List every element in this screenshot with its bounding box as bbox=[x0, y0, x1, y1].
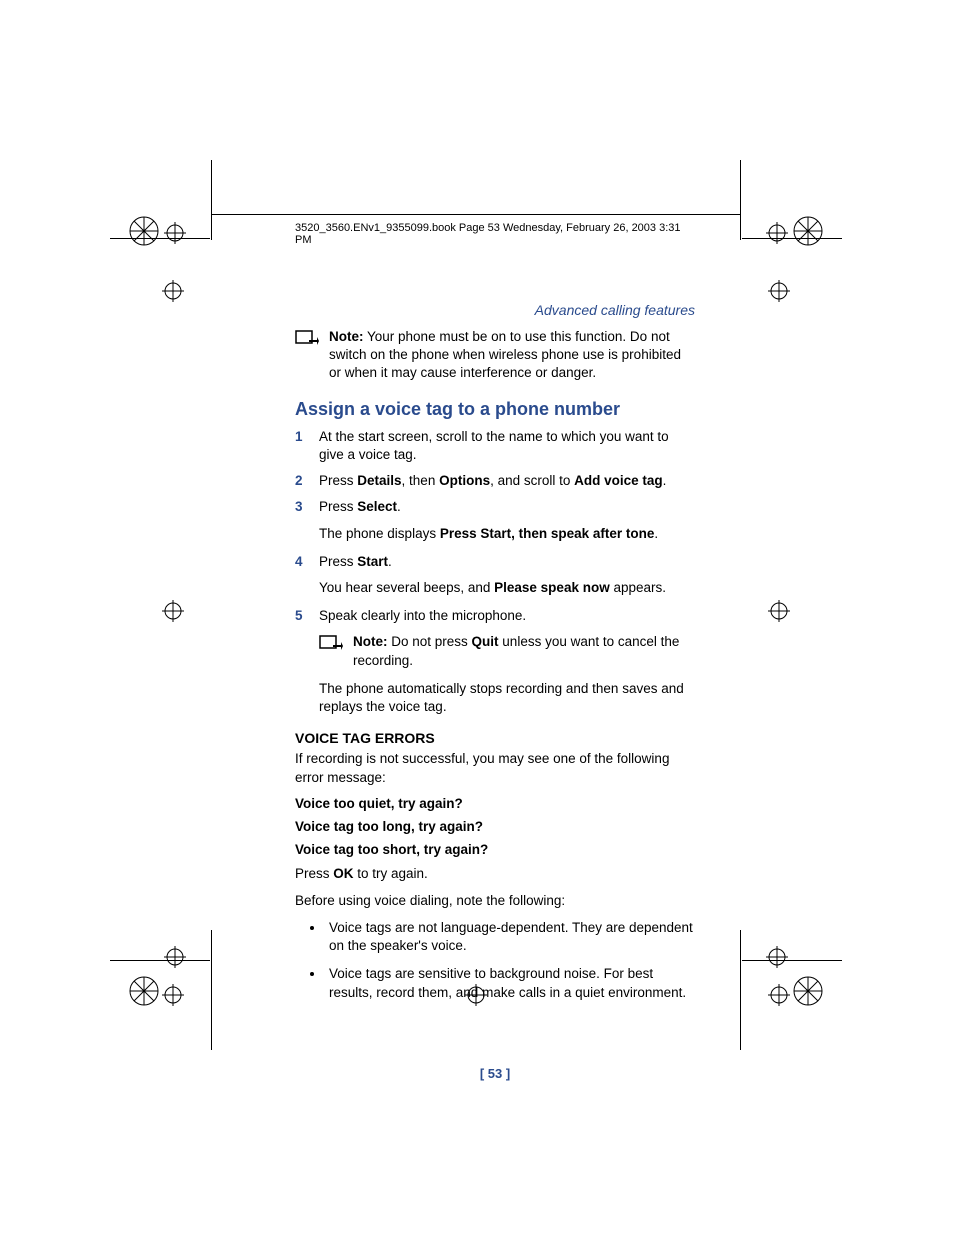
crosshair-icon bbox=[162, 600, 184, 622]
text: , and scroll to bbox=[490, 473, 574, 488]
registration-mark-icon bbox=[128, 215, 160, 247]
voice-tag-errors-heading: VOICE TAG ERRORS bbox=[295, 730, 695, 746]
crosshair-icon bbox=[768, 984, 790, 1006]
page-number: [ 53 ] bbox=[295, 1066, 695, 1081]
crosshair-icon bbox=[766, 946, 788, 968]
crop-mark bbox=[740, 160, 741, 240]
text: to try again. bbox=[354, 866, 428, 881]
registration-mark-icon bbox=[792, 215, 824, 247]
text: Press bbox=[319, 473, 357, 488]
text: Do not press bbox=[388, 634, 472, 649]
registration-mark-icon bbox=[792, 975, 824, 1007]
text: . bbox=[654, 526, 658, 541]
error-too-long: Voice tag too long, try again? bbox=[295, 819, 695, 834]
note-icon bbox=[295, 330, 319, 348]
step-number: 3 bbox=[295, 498, 307, 516]
step-body: Press Details, then Options, and scroll … bbox=[319, 472, 695, 490]
note-block: Note: Your phone must be on to use this … bbox=[295, 328, 695, 383]
before-using: Before using voice dialing, note the fol… bbox=[295, 892, 695, 911]
step-number: 4 bbox=[295, 553, 307, 571]
step-body: Speak clearly into the microphone. bbox=[319, 607, 695, 625]
kw-press-start-speak: Press Start, then speak after tone bbox=[440, 526, 655, 541]
note-text: Note: Your phone must be on to use this … bbox=[329, 328, 695, 383]
bullet-language: Voice tags are not language-dependent. T… bbox=[325, 919, 695, 955]
crop-mark bbox=[110, 960, 210, 961]
crop-mark bbox=[211, 930, 212, 1050]
note-label: Note: bbox=[329, 329, 364, 344]
crosshair-icon bbox=[768, 280, 790, 302]
kw-please-speak-now: Please speak now bbox=[494, 580, 610, 595]
header-rule bbox=[211, 214, 741, 215]
step-3: 3 Press Select. bbox=[295, 498, 695, 516]
registration-mark-icon bbox=[128, 975, 160, 1007]
book-header: 3520_3560.ENv1_9355099.book Page 53 Wedn… bbox=[295, 222, 695, 246]
step-number: 1 bbox=[295, 428, 307, 464]
step-body: Press Select. bbox=[319, 498, 695, 516]
page-title: Assign a voice tag to a phone number bbox=[295, 399, 695, 420]
kw-details: Details bbox=[357, 473, 401, 488]
step-4: 4 Press Start. bbox=[295, 553, 695, 571]
crosshair-icon bbox=[164, 222, 186, 244]
note-text: Note: Do not press Quit unless you want … bbox=[353, 633, 695, 669]
step-body: Press Start. bbox=[319, 553, 695, 571]
crop-mark bbox=[742, 960, 842, 961]
kw-start: Start bbox=[357, 554, 388, 569]
text: The phone displays bbox=[319, 526, 440, 541]
text: appears. bbox=[610, 580, 666, 595]
crop-mark bbox=[211, 160, 212, 240]
section-header: Advanced calling features bbox=[295, 302, 695, 318]
crosshair-icon bbox=[164, 946, 186, 968]
text: Press bbox=[319, 499, 357, 514]
crop-mark bbox=[740, 930, 741, 1050]
note-icon bbox=[319, 635, 343, 653]
kw-quit: Quit bbox=[472, 634, 499, 649]
text: . bbox=[397, 499, 401, 514]
text: Press bbox=[319, 554, 357, 569]
step-3-followup: The phone displays Press Start, then spe… bbox=[319, 525, 695, 543]
text: , then bbox=[402, 473, 440, 488]
crosshair-icon bbox=[162, 984, 184, 1006]
kw-select: Select bbox=[357, 499, 397, 514]
text: . bbox=[663, 473, 667, 488]
error-too-short: Voice tag too short, try again? bbox=[295, 842, 695, 857]
note-body: Your phone must be on to use this functi… bbox=[329, 329, 681, 380]
step-body: At the start screen, scroll to the name … bbox=[319, 428, 695, 464]
error-quiet: Voice too quiet, try again? bbox=[295, 796, 695, 811]
crosshair-icon bbox=[768, 600, 790, 622]
notes-bullets: Voice tags are not language-dependent. T… bbox=[295, 919, 695, 1002]
step-2: 2 Press Details, then Options, and scrol… bbox=[295, 472, 695, 490]
step-number: 2 bbox=[295, 472, 307, 490]
note-label: Note: bbox=[353, 634, 388, 649]
crosshair-icon bbox=[766, 222, 788, 244]
text: . bbox=[388, 554, 392, 569]
step-1: 1 At the start screen, scroll to the nam… bbox=[295, 428, 695, 464]
text: Press bbox=[295, 866, 333, 881]
kw-add-voice-tag: Add voice tag bbox=[574, 473, 663, 488]
text: You hear several beeps, and bbox=[319, 580, 494, 595]
step-4-followup: You hear several beeps, and Please speak… bbox=[319, 579, 695, 597]
kw-ok: OK bbox=[333, 866, 353, 881]
bullet-noise: Voice tags are sensitive to background n… bbox=[325, 965, 695, 1001]
step-5: 5 Speak clearly into the microphone. bbox=[295, 607, 695, 625]
crosshair-icon bbox=[162, 280, 184, 302]
note-block-quit: Note: Do not press Quit unless you want … bbox=[319, 633, 695, 669]
step-number: 5 bbox=[295, 607, 307, 625]
errors-intro: If recording is not successful, you may … bbox=[295, 750, 695, 788]
kw-options: Options bbox=[439, 473, 490, 488]
press-ok: Press OK to try again. bbox=[295, 865, 695, 884]
post-note: The phone automatically stops recording … bbox=[319, 680, 695, 716]
crop-mark bbox=[110, 238, 210, 239]
